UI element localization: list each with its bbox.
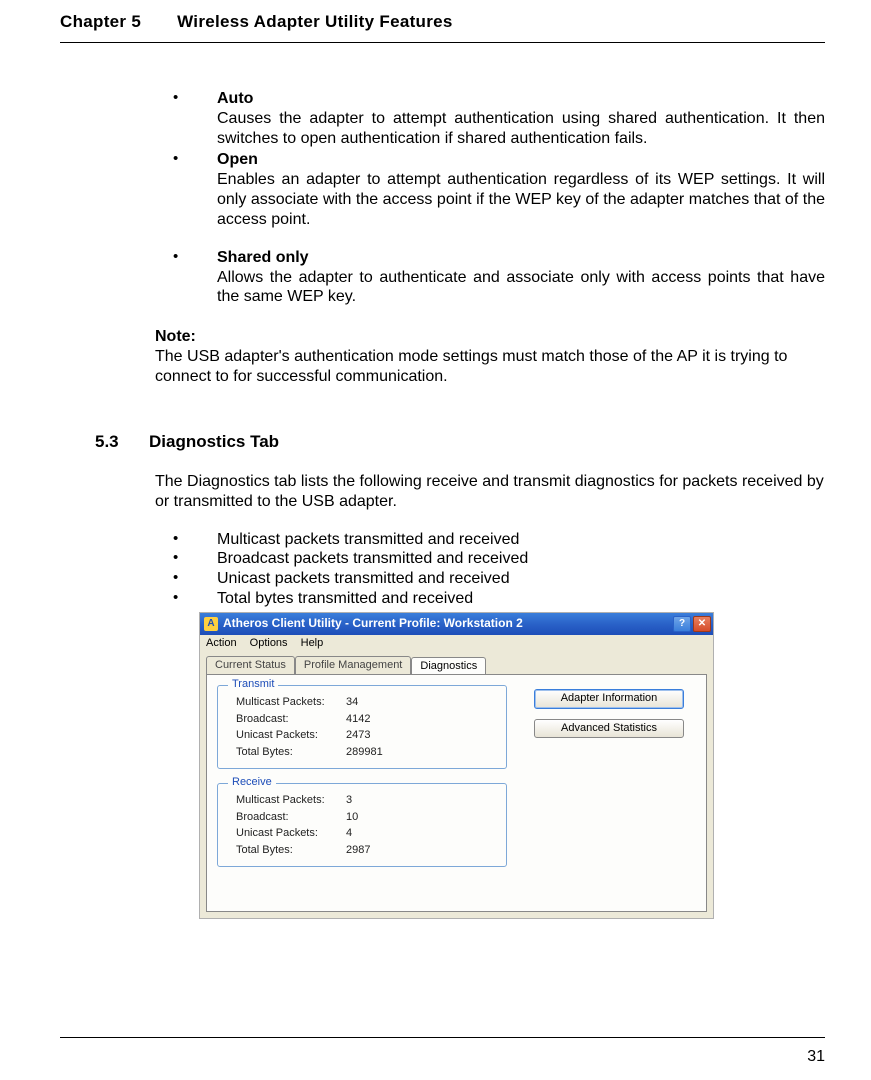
auth-desc: Allows the adapter to authenticate and a… (217, 268, 825, 308)
footer-rule (60, 1037, 825, 1038)
list-item-text: Total bytes transmitted and received (217, 590, 473, 607)
auth-title: Shared only (217, 249, 309, 266)
tab-diagnostics[interactable]: Diagnostics (411, 657, 486, 675)
auth-mode-list: Auto Causes the adapter to attempt authe… (155, 89, 825, 307)
auth-mode-shared: Shared only Allows the adapter to authen… (159, 248, 825, 307)
stat-value: 4 (346, 825, 352, 842)
stat-label: Broadcast: (236, 809, 346, 826)
auth-mode-auto: Auto Causes the adapter to attempt authe… (159, 89, 825, 148)
stat-value: 3 (346, 792, 352, 809)
section-title: Diagnostics Tab (149, 432, 279, 451)
stat-label: Unicast Packets: (236, 727, 346, 744)
menu-options[interactable]: Options (250, 637, 288, 649)
transmit-group: Transmit Multicast Packets:34 Broadcast:… (217, 685, 507, 769)
tab-profile-management[interactable]: Profile Management (295, 656, 411, 674)
auth-desc: Causes the adapter to attempt authentica… (217, 109, 825, 149)
group-title: Receive (228, 776, 276, 790)
stat-row: Total Bytes:289981 (236, 744, 496, 761)
tab-current-status[interactable]: Current Status (206, 656, 295, 674)
section-intro: The Diagnostics tab lists the following … (155, 472, 825, 512)
titlebar[interactable]: A Atheros Client Utility - Current Profi… (200, 613, 713, 635)
auth-mode-open: Open Enables an adapter to attempt authe… (159, 150, 825, 229)
stat-row: Multicast Packets:34 (236, 694, 496, 711)
section-heading: 5.3Diagnostics Tab (95, 431, 825, 452)
stat-label: Multicast Packets: (236, 694, 346, 711)
stat-value: 2987 (346, 842, 370, 859)
adapter-information-button[interactable]: Adapter Information (534, 689, 684, 709)
menubar: Action Options Help (200, 635, 713, 653)
tab-row: Current Status Profile Management Diagno… (200, 652, 713, 674)
app-icon: A (204, 617, 218, 631)
stat-row: Unicast Packets:4 (236, 825, 496, 842)
tab-panel: Transmit Multicast Packets:34 Broadcast:… (206, 674, 707, 912)
stat-label: Unicast Packets: (236, 825, 346, 842)
note-title: Note: (155, 327, 825, 347)
list-item: Total bytes transmitted and received (159, 589, 825, 609)
stat-label: Total Bytes: (236, 744, 346, 761)
close-button[interactable]: ✕ (693, 616, 711, 632)
stat-value: 10 (346, 809, 358, 826)
chapter-title: Wireless Adapter Utility Features (177, 12, 453, 31)
menu-action[interactable]: Action (206, 637, 237, 649)
list-item-text: Broadcast packets transmitted and receiv… (217, 550, 528, 567)
stat-value: 2473 (346, 727, 370, 744)
stat-row: Broadcast:4142 (236, 711, 496, 728)
chapter-number: Chapter 5 (60, 12, 141, 31)
note-text: The USB adapter's authentication mode se… (155, 347, 825, 387)
dialog-window: A Atheros Client Utility - Current Profi… (199, 612, 714, 919)
auth-title: Open (217, 151, 258, 168)
stat-value: 289981 (346, 744, 383, 761)
stat-label: Broadcast: (236, 711, 346, 728)
window-title: Atheros Client Utility - Current Profile… (223, 616, 523, 631)
list-item: Unicast packets transmitted and received (159, 569, 825, 589)
help-button[interactable]: ? (673, 616, 691, 632)
chapter-header: Chapter 5 Wireless Adapter Utility Featur… (60, 12, 825, 40)
stat-label: Multicast Packets: (236, 792, 346, 809)
receive-group: Receive Multicast Packets:3 Broadcast:10… (217, 783, 507, 867)
stat-value: 4142 (346, 711, 370, 728)
note-block: Note: The USB adapter's authentication m… (155, 327, 825, 386)
stat-value: 34 (346, 694, 358, 711)
auth-desc: Enables an adapter to attempt authentica… (217, 170, 825, 229)
list-item: Broadcast packets transmitted and receiv… (159, 549, 825, 569)
stat-row: Unicast Packets:2473 (236, 727, 496, 744)
menu-help[interactable]: Help (301, 637, 324, 649)
diagnostics-list: Multicast packets transmitted and receiv… (155, 530, 825, 609)
page-number: 31 (807, 1048, 825, 1066)
stat-row: Total Bytes:2987 (236, 842, 496, 859)
section-number: 5.3 (95, 431, 149, 452)
list-item-text: Multicast packets transmitted and receiv… (217, 531, 519, 548)
list-item-text: Unicast packets transmitted and received (217, 570, 510, 587)
stat-row: Multicast Packets:3 (236, 792, 496, 809)
auth-title: Auto (217, 90, 253, 107)
stat-label: Total Bytes: (236, 842, 346, 859)
stat-row: Broadcast:10 (236, 809, 496, 826)
advanced-statistics-button[interactable]: Advanced Statistics (534, 719, 684, 739)
group-title: Transmit (228, 678, 278, 692)
list-item: Multicast packets transmitted and receiv… (159, 530, 825, 550)
